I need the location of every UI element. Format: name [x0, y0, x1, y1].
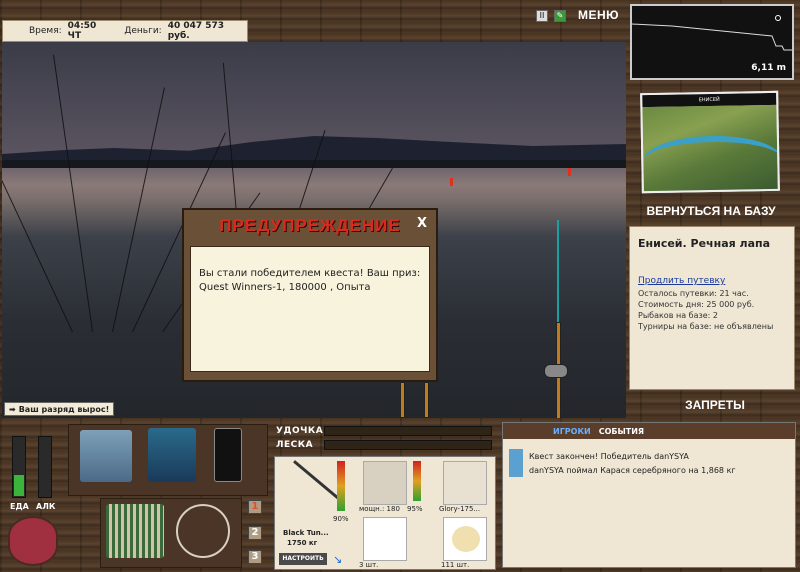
- info-line: Турниры на базе: не объявлены: [638, 322, 774, 331]
- keep-basket-icon[interactable]: [106, 504, 164, 558]
- location-map[interactable]: ЕНИСЕЙ: [640, 90, 780, 194]
- bans-button[interactable]: ЗАПРЕТЫ: [630, 398, 800, 412]
- bait-slot[interactable]: [443, 517, 487, 561]
- rod-label: УДОЧКА: [276, 426, 324, 436]
- return-to-base-button[interactable]: ВЕРНУТЬСЯ НА БАЗУ: [626, 204, 796, 218]
- hook-count: 3 шт.: [359, 561, 379, 569]
- chat-message: Квест закончен! Победитель danYSYA: [503, 449, 795, 463]
- setup-button[interactable]: НАСТРОИТЬ: [279, 553, 327, 565]
- depth-profile: 6,11 m: [630, 4, 794, 80]
- time-value: 04:50 ЧТ: [67, 21, 97, 41]
- gear-panel: Black Tun... 1750 кг 90% НАСТРОИТЬ ↘ мощ…: [274, 456, 496, 570]
- extend-permit-link[interactable]: Продлить путевку: [638, 276, 786, 286]
- food-label: ЕДА: [10, 502, 29, 511]
- dialog-message: Вы стали победителем квеста! Ваш приз: Q…: [190, 246, 430, 372]
- time-label: Время:: [29, 26, 62, 36]
- phone-icon[interactable]: [214, 428, 242, 482]
- status-bar: Время: 04:50 ЧТ Деньги: 40 047 573 руб.: [2, 20, 248, 42]
- butterfly-icon: [509, 463, 523, 477]
- tab-events[interactable]: СОБЫТИЯ: [599, 427, 644, 436]
- alcohol-gauge: [38, 436, 52, 498]
- landing-net-icon[interactable]: [176, 504, 230, 558]
- food-gauge: [12, 436, 26, 498]
- hook-slot[interactable]: [363, 517, 407, 561]
- backpack-icon[interactable]: [148, 428, 196, 482]
- rod-name: Black Tun...: [283, 529, 329, 537]
- dialog-title: ПРЕДУПРЕЖДЕНИЕ: [219, 216, 401, 235]
- star-icon: [509, 449, 523, 463]
- warning-dialog: ПРЕДУПРЕЖДЕНИЕ X Вы стали победителем кв…: [182, 208, 438, 382]
- lure-name: Glory-175...: [439, 505, 481, 513]
- info-line: Осталось путевки: 21 час.: [638, 289, 749, 298]
- edit-icon[interactable]: ✎: [554, 10, 566, 22]
- rank-text: Ваш разряд вырос!: [18, 404, 110, 414]
- page-1-button[interactable]: 1: [248, 500, 262, 514]
- location-info-panel: Енисей. Речная лапа Продлить путевку Ост…: [629, 226, 795, 390]
- line-label: ЛЕСКА: [276, 440, 314, 450]
- money-label: Деньги:: [124, 26, 162, 36]
- alcohol-label: АЛК: [36, 502, 56, 511]
- reel-percent: 95%: [407, 505, 423, 513]
- pause-icon[interactable]: II: [536, 10, 548, 22]
- arrow-right-icon: ➡: [9, 404, 16, 414]
- page-3-button[interactable]: 3: [248, 550, 262, 564]
- rod-weight: 1750 кг: [287, 539, 318, 547]
- float-right[interactable]: [568, 168, 571, 176]
- location-name: Енисей. Речная лапа: [638, 237, 771, 250]
- bait-count: 111 шт.: [441, 561, 470, 569]
- close-icon[interactable]: X: [414, 216, 430, 231]
- chat-tabs: ИГРОКИ СОБЫТИЯ: [503, 423, 795, 439]
- tree-branch: [112, 87, 165, 333]
- rank-notification[interactable]: ➡ Ваш разряд вырос!: [4, 402, 115, 416]
- depth-value: 6,11 m: [751, 63, 786, 73]
- gauges: ЕДА АЛК: [8, 430, 58, 514]
- menu-button[interactable]: МЕНЮ: [578, 8, 619, 22]
- rod-handle-left[interactable]: [400, 382, 405, 418]
- tension-bars: УДОЧКА ЛЕСКА: [270, 424, 496, 454]
- reel-wear-bar: [413, 461, 421, 501]
- money-value: 40 047 573 руб.: [167, 21, 225, 41]
- page-2-button[interactable]: 2: [248, 526, 262, 540]
- rod-icon: [293, 460, 341, 501]
- line-tension-bar: [324, 440, 492, 450]
- reel-slot[interactable]: [363, 461, 407, 505]
- info-line: Стоимость дня: 25 000 руб.: [638, 300, 755, 309]
- lure-slot[interactable]: [443, 461, 487, 505]
- chat-panel: ИГРОКИ СОБЫТИЯ Квест закончен! Победител…: [502, 422, 796, 568]
- tree-branch: [53, 54, 93, 333]
- tab-players[interactable]: ИГРОКИ: [553, 427, 591, 436]
- chat-message: danYSYA поймал Карася серебряного на 1,8…: [503, 463, 795, 477]
- info-line: Рыбаков на базе: 2: [638, 311, 718, 320]
- rod-percent: 90%: [333, 515, 349, 523]
- float-left[interactable]: [450, 178, 453, 186]
- rod-handle-mid[interactable]: [424, 382, 429, 418]
- map-terrain: [642, 104, 780, 194]
- arrow-down-right-icon[interactable]: ↘: [333, 553, 342, 566]
- tackle-box-icon[interactable]: [80, 430, 132, 482]
- reel-icon: [544, 364, 568, 378]
- reel-power: мощн.: 180: [359, 505, 400, 513]
- rod-tension-bar: [324, 426, 492, 436]
- bait-bucket-icon[interactable]: [8, 516, 58, 566]
- rod-wear-bar: [337, 461, 345, 511]
